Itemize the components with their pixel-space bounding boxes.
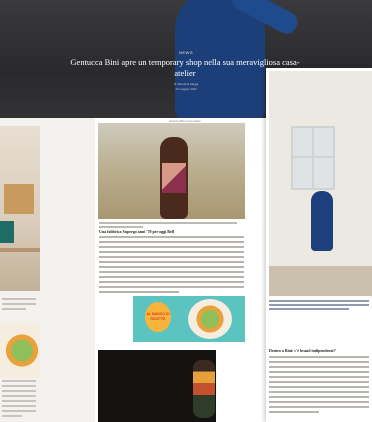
cardboard-box <box>4 184 34 214</box>
right-article-page: Dentro a Bini: c'è brand indipendente? <box>266 68 372 422</box>
left-text-block <box>2 380 36 420</box>
middle-article-page: Gentucca Bini nel suo atelier Una fabbri… <box>95 118 275 422</box>
left-page <box>0 118 95 422</box>
window <box>291 126 335 190</box>
teal-object <box>0 221 14 243</box>
swimsuit-model-photo[interactable] <box>98 123 245 219</box>
room-photo[interactable] <box>269 71 372 296</box>
left-food-photo[interactable] <box>0 323 40 378</box>
left-interior-photo[interactable] <box>0 126 40 291</box>
hero-category[interactable]: NEWS <box>0 50 372 55</box>
right-body-text <box>269 356 369 416</box>
middle-body-text <box>99 236 244 296</box>
video-thumbnail[interactable] <box>98 350 216 422</box>
model-photo-caption <box>99 222 244 228</box>
room-photo-caption <box>269 300 369 312</box>
swimsuit <box>162 163 186 193</box>
video-figure <box>193 360 215 418</box>
promo-banner[interactable]: AL BANCO DI RICETTE <box>133 296 245 342</box>
left-caption <box>2 298 36 313</box>
floor <box>269 266 372 296</box>
right-section-heading: Dentro a Bini: c'è brand indipendente? <box>269 348 336 353</box>
promo-badge: AL BANCO DI RICETTE <box>145 302 171 332</box>
promo-food-plate <box>188 299 232 339</box>
person-in-blue-suit <box>311 191 333 251</box>
shelf <box>0 248 40 252</box>
middle-sub-heading: Una fabbrica Supergo anni '70 per oggi B… <box>99 229 174 234</box>
